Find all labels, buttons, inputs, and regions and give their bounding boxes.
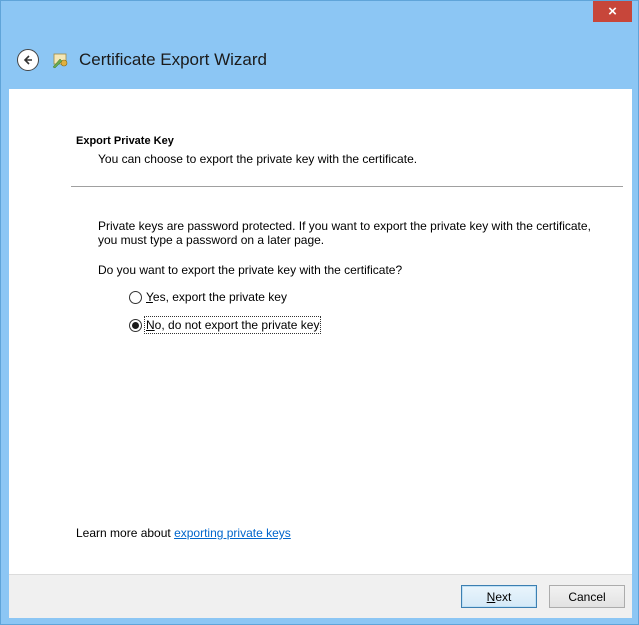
radio-no-export[interactable]: No, do not export the private key (129, 316, 322, 334)
radio-selected-dot (132, 321, 139, 329)
info-paragraph: Private keys are password protected. If … (98, 219, 591, 247)
radio-label-no: No, do not export the private key (143, 316, 322, 334)
wizard-content: Export Private Key You can choose to exp… (9, 89, 632, 574)
radio-yes-export[interactable]: Yes, export the private key (129, 290, 287, 304)
learn-more-link[interactable]: exporting private keys (174, 526, 291, 540)
header-divider (71, 186, 623, 187)
certificate-wizard-icon (52, 53, 68, 69)
radio-button-no[interactable] (129, 318, 142, 332)
back-button[interactable] (17, 49, 39, 71)
section-title: Export Private Key (76, 135, 174, 147)
window-title: Certificate Export Wizard (79, 50, 267, 69)
wizard-header: Certificate Export Wizard (9, 31, 632, 89)
back-arrow-icon (23, 55, 32, 65)
button-bar: Next Cancel (9, 574, 632, 618)
cancel-button[interactable]: Cancel (549, 585, 625, 608)
wizard-window: × Certificate Export Wizard Export Priva… (0, 0, 639, 625)
section-subtitle: You can choose to export the private key… (98, 152, 418, 166)
next-button[interactable]: Next (461, 585, 537, 608)
learn-more-prefix: Learn more about (76, 526, 175, 540)
close-icon: × (608, 3, 617, 20)
question-text: Do you want to export the private key wi… (98, 263, 403, 277)
radio-label-yes: Yes, export the private key (146, 290, 287, 304)
radio-button-yes[interactable] (129, 290, 142, 304)
close-button[interactable]: × (593, 1, 632, 22)
learn-more: Learn more about exporting private keys (76, 526, 291, 540)
